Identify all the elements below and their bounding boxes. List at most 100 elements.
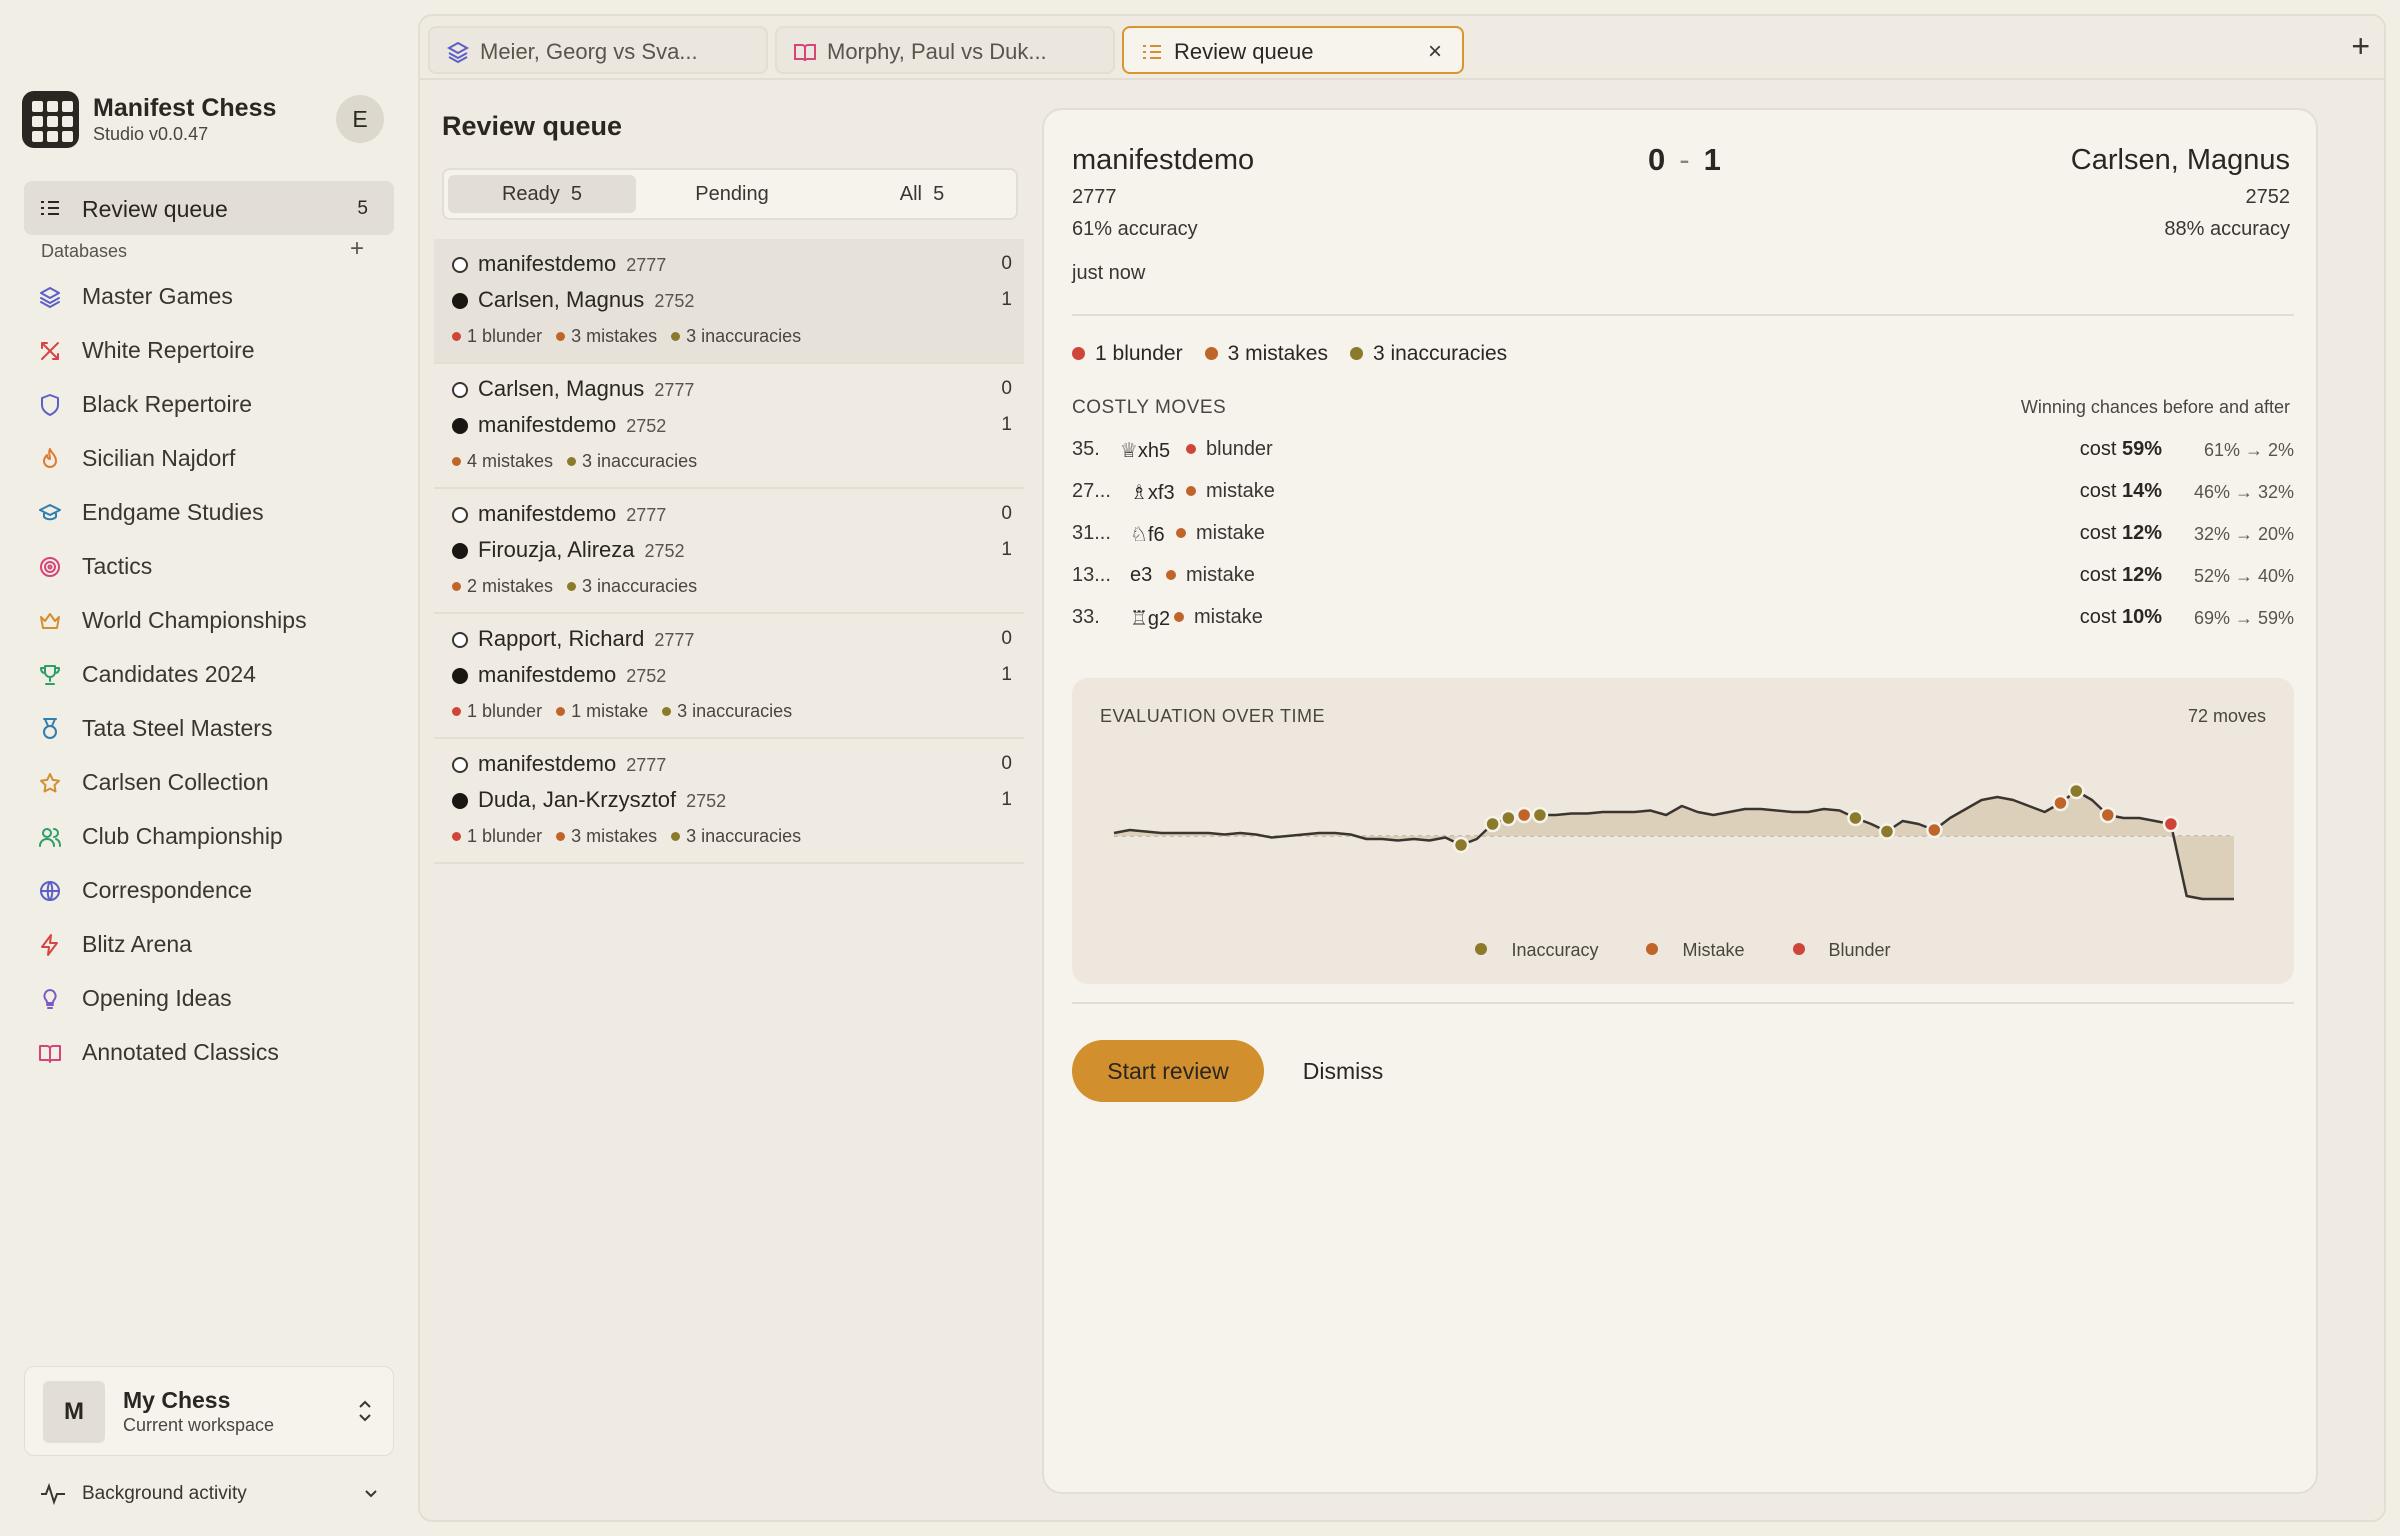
app-logo: [22, 91, 79, 148]
sidebar-item-tata-steel-masters[interactable]: Tata Steel Masters: [24, 702, 394, 756]
costly-move-row[interactable]: 27... ♗xf3 mistake cost 14% 46% → 32%: [1072, 476, 2294, 518]
trophy-icon: [38, 663, 62, 687]
black-piece-icon: [452, 793, 468, 809]
sidebar-item-label: Master Games: [82, 283, 233, 309]
white-score: 0: [1001, 753, 1012, 774]
eval-marker-inaccuracy[interactable]: [1847, 809, 1864, 827]
sidebar-item-endgame-studies[interactable]: Endgame Studies: [24, 486, 394, 540]
new-tab-button[interactable]: +: [2351, 30, 2370, 62]
sidebar-item-black-repertoire[interactable]: Black Repertoire: [24, 378, 394, 432]
divider: [1072, 314, 2294, 316]
graduation-cap-icon: [38, 501, 62, 525]
winning-chance-change: 32% → 20%: [2193, 524, 2294, 544]
tab-label: Morphy, Paul vs Duk...: [827, 39, 1047, 64]
start-review-button[interactable]: Start review: [1072, 1040, 1264, 1102]
book-open-icon: [38, 1041, 62, 1065]
error-tag: 3 inaccuracies: [662, 701, 792, 721]
sidebar-item-review-queue[interactable]: Review queue 5: [24, 181, 394, 235]
activity-icon: [40, 1482, 66, 1511]
white-piece-icon: [452, 757, 468, 773]
black-score: 1: [1001, 664, 1012, 685]
eval-marker-mistake[interactable]: [2099, 806, 2117, 824]
list-item[interactable]: Carlsen, Magnus 2777 0 manifestdemo 2752 1 4 m…: [434, 364, 1024, 489]
move-number: 35.: [1072, 438, 1100, 460]
move-classification: mistake: [1166, 564, 1255, 587]
sidebar-item-club-championship[interactable]: Club Championship: [24, 810, 394, 864]
sidebar-item-white-repertoire[interactable]: White Repertoire: [24, 324, 394, 378]
tab-bar: Meier, Georg vs Sva... Morphy, Paul vs D…: [420, 16, 2384, 80]
sidebar-item-master-games[interactable]: Master Games: [24, 270, 394, 324]
eval-marker-inaccuracy[interactable]: [1452, 836, 1470, 854]
black-piece-icon: [452, 293, 468, 309]
black-player-rating: 2752: [686, 791, 727, 811]
white-player-rating: 2777: [1072, 186, 1117, 208]
filter-ready[interactable]: Ready 5: [448, 175, 636, 213]
sidebar-item-candidates-2024[interactable]: Candidates 2024: [24, 648, 394, 702]
dismiss-button[interactable]: Dismiss: [1288, 1040, 1398, 1102]
user-avatar[interactable]: E: [336, 95, 384, 143]
sidebar-item-label: Tactics: [82, 553, 153, 579]
sidebar-item-world-championships[interactable]: World Championships: [24, 594, 394, 648]
close-icon[interactable]: ×: [1428, 38, 1442, 66]
tab-review-queue[interactable]: Review queue ×: [1122, 26, 1464, 74]
layers-icon: [38, 285, 62, 309]
eval-marker-inaccuracy[interactable]: [1531, 806, 1549, 824]
error-tag: 3 inaccuracies: [671, 326, 801, 346]
book-open-icon: [793, 40, 817, 69]
move-number: 13...: [1072, 564, 1111, 586]
move-classification: mistake: [1176, 522, 1265, 545]
zap-icon: [38, 933, 62, 957]
move-san: ♘f6: [1130, 524, 1165, 546]
black-score: 1: [1001, 539, 1012, 560]
sidebar-item-label: Annotated Classics: [82, 1039, 279, 1065]
costly-move-row[interactable]: 33. ♖g2 mistake cost 10% 69% → 59%: [1072, 602, 2294, 644]
tab-morphy-game[interactable]: Morphy, Paul vs Duk...: [775, 26, 1115, 74]
sidebar-item-opening-ideas[interactable]: Opening Ideas: [24, 972, 394, 1026]
filter-all[interactable]: All 5: [828, 175, 1016, 213]
eval-marker-blunder[interactable]: [2162, 815, 2180, 833]
sidebar-item-correspondence[interactable]: Correspondence: [24, 864, 394, 918]
sidebar-item-label: Club Championship: [82, 823, 283, 849]
filter-pending[interactable]: Pending: [638, 175, 826, 213]
eval-marker-mistake[interactable]: [1515, 806, 1533, 824]
error-tag: 3 mistakes: [556, 326, 657, 346]
eval-marker-inaccuracy[interactable]: [2068, 782, 2085, 800]
white-player-rating: 2777: [626, 755, 667, 775]
review-queue-count: 5: [357, 198, 368, 219]
error-tag: 3 inaccuracies: [567, 451, 697, 471]
costly-move-row[interactable]: 31... ♘f6 mistake cost 12% 32% → 20%: [1072, 518, 2294, 560]
eval-marker-mistake[interactable]: [1926, 821, 1943, 839]
list-item[interactable]: manifestdemo 2777 0 Duda, Jan-Krzysztof 2752…: [434, 739, 1024, 864]
sidebar-item-carlsen-collection[interactable]: Carlsen Collection: [24, 756, 394, 810]
flame-icon: [38, 447, 62, 471]
shield-icon: [38, 393, 62, 417]
eval-marker-inaccuracy[interactable]: [1878, 823, 1896, 840]
move-cost: cost 59%: [2079, 438, 2162, 460]
sidebar-item-annotated-classics[interactable]: Annotated Classics: [24, 1026, 394, 1080]
white-piece-icon: [452, 632, 468, 648]
eval-marker-inaccuracy[interactable]: [1484, 815, 1501, 833]
background-activity[interactable]: Background activity: [40, 1480, 380, 1510]
database-list: Master Games White Repertoire Black Repert…: [24, 270, 394, 1080]
white-player-name: manifestdemo: [478, 751, 617, 776]
eval-marker-inaccuracy[interactable]: [1500, 809, 1517, 827]
summary-tag: 1 blunder: [1072, 342, 1183, 365]
error-tag: 1 blunder: [452, 326, 542, 346]
costly-move-row[interactable]: 13... e3 mistake cost 12% 52% → 40%: [1072, 560, 2294, 602]
main-panel: Meier, Georg vs Sva... Morphy, Paul vs D…: [418, 14, 2386, 1522]
sidebar-item-tactics[interactable]: Tactics: [24, 540, 394, 594]
costly-moves-list: 35. ♕xh5 blunder cost 59% 61% → 2% 27... ♗xf3 m…: [1072, 434, 2294, 644]
white-player-rating: 2777: [654, 630, 695, 650]
sidebar-item-label: Tata Steel Masters: [82, 715, 273, 741]
costly-move-row[interactable]: 35. ♕xh5 blunder cost 59% 61% → 2%: [1072, 434, 2294, 476]
eval-chart-svg: [1113, 782, 2234, 901]
eval-marker-mistake[interactable]: [2052, 794, 2069, 812]
list-item[interactable]: manifestdemo 2777 0 Firouzja, Alireza 2752 1 2…: [434, 489, 1024, 614]
list-item[interactable]: manifestdemo 2777 0 Carlsen, Magnus 2752 1 1 b…: [434, 239, 1024, 364]
add-database-button[interactable]: +: [350, 237, 364, 261]
tab-meier-game[interactable]: Meier, Georg vs Sva...: [428, 26, 768, 74]
list-item[interactable]: Rapport, Richard 2777 0 manifestdemo 2752 1 1 …: [434, 614, 1024, 739]
sidebar-item-sicilian-najdorf[interactable]: Sicilian Najdorf: [24, 432, 394, 486]
sidebar-item-blitz-arena[interactable]: Blitz Arena: [24, 918, 394, 972]
workspace-switcher[interactable]: M My Chess Current workspace: [24, 1366, 394, 1456]
